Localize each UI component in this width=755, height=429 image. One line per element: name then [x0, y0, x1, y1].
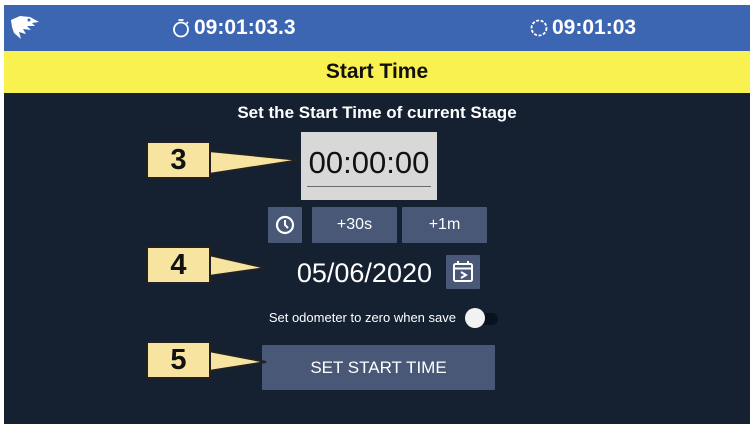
callout-pointers	[208, 149, 301, 373]
callout-3: 3	[146, 141, 211, 179]
callout-4: 4	[146, 246, 211, 284]
callout-5: 5	[146, 341, 211, 379]
